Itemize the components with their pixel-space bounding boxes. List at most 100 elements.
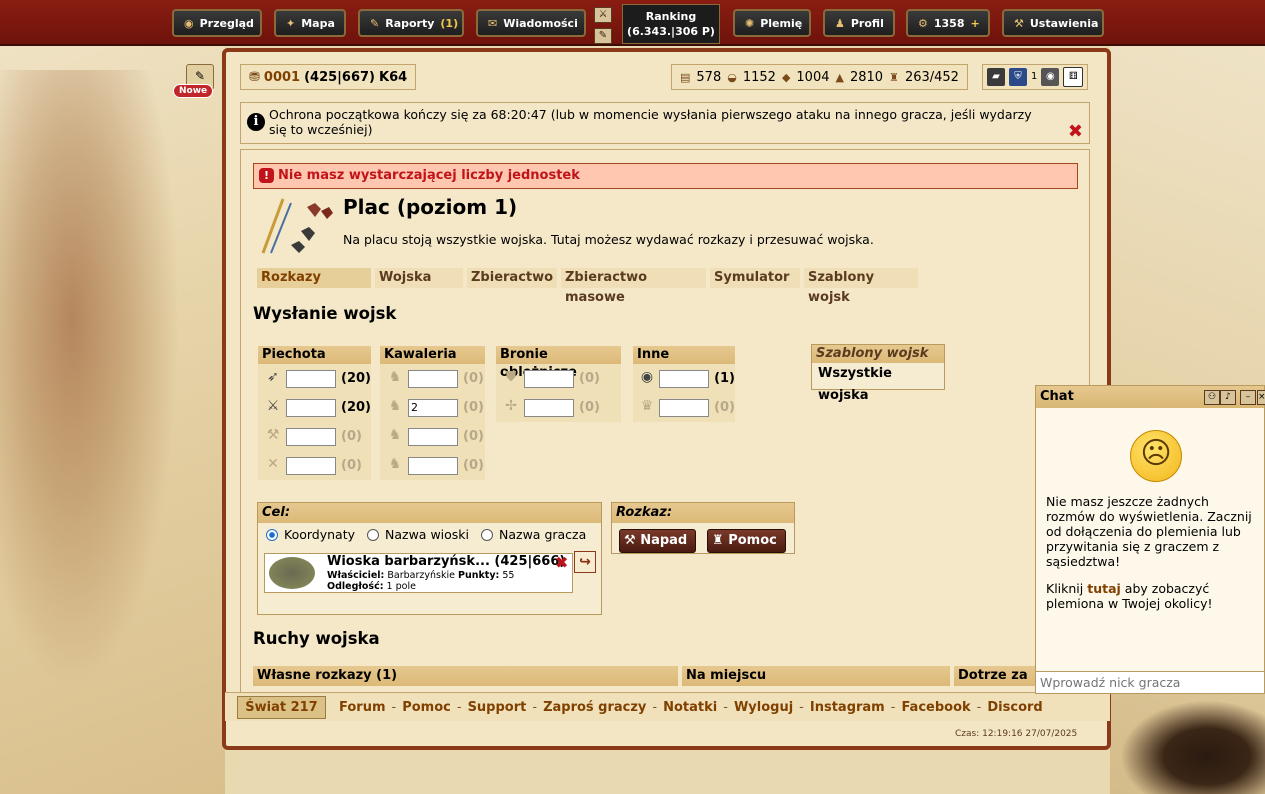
chat-close-icon[interactable]: ×	[1257, 390, 1265, 405]
mounted-archer-input[interactable]	[408, 427, 458, 446]
radio-player-name[interactable]	[481, 528, 494, 541]
chat-minimize-icon[interactable]: –	[1240, 390, 1256, 405]
defense-count: 1	[1031, 71, 1038, 82]
footer-link-forum[interactable]: Forum	[339, 700, 386, 715]
protection-notice: i Ochrona początkowa kończy się za 68:20…	[240, 102, 1090, 144]
chat-sound-icon[interactable]: ♪	[1220, 390, 1236, 405]
radio-coordinates-label: Koordynaty	[284, 527, 356, 542]
ranking-value: (6.343.|306 P)	[627, 25, 715, 38]
go-to-target-icon[interactable]: ↪	[574, 551, 596, 573]
unit-row-axe: ⚒ (0)	[258, 422, 371, 451]
scout-input[interactable]	[408, 369, 458, 388]
footer-link-support[interactable]: Support	[468, 700, 527, 715]
resource-bar: ▤ 578 ◒ 1152 ◆ 1004 ▲ 2810 ♜ 263/452	[671, 64, 968, 90]
axe-input[interactable]	[286, 427, 336, 446]
target-village-details: Właściciel: Barbarzyńskie Punkty: 55 Odl…	[327, 570, 514, 592]
footer-separator: -	[391, 700, 397, 715]
quick-notes-icon[interactable]: ✎	[594, 28, 612, 44]
radio-coordinates[interactable]	[266, 528, 278, 541]
quick-swords-icon[interactable]: ⚔	[594, 7, 612, 23]
points-value: 55	[502, 570, 515, 581]
footer-link-facebook[interactable]: Facebook	[901, 700, 970, 715]
dice-icon[interactable]: ⚅	[1063, 67, 1084, 87]
tab-troops[interactable]: Wojska	[375, 268, 463, 288]
archer-input[interactable]	[286, 456, 336, 475]
nobleman-input[interactable]	[659, 398, 710, 417]
catapult-input[interactable]	[524, 398, 574, 417]
nav-profile-button[interactable]: ♟ Profil	[823, 9, 895, 37]
barbarian-village-icon	[269, 557, 315, 589]
nav-map-label: Mapa	[301, 16, 335, 30]
sword-count[interactable]: (20)	[341, 400, 371, 415]
ram-icon: ⛊	[505, 368, 517, 385]
status-icons: ▰ ⛨ 1 ◉ ⚅	[982, 64, 1089, 90]
sword-input[interactable]	[286, 398, 336, 417]
support-button[interactable]: ♜ Pomoc	[707, 529, 786, 553]
nav-premium-button[interactable]: ⚙ 1358 +	[906, 9, 990, 37]
ranking-button[interactable]: Ranking (6.343.|306 P)	[622, 4, 720, 44]
defense-icon[interactable]: ⛨	[1009, 68, 1027, 86]
village-info[interactable]: ⛃ 0001 (425|667) K64	[240, 64, 417, 90]
envelope-icon: ✉	[488, 16, 498, 30]
chat-people-icon[interactable]: ⚇	[1204, 390, 1220, 405]
tab-troop-templates[interactable]: Szablony wojsk	[804, 268, 918, 305]
tab-scavenging[interactable]: Zbieractwo	[467, 268, 557, 288]
tab-mass-scavenging[interactable]: Zbieractwo masowe	[561, 268, 706, 305]
radio-village-name[interactable]	[367, 528, 380, 541]
footer-link-instagram[interactable]: Instagram	[810, 700, 885, 715]
nav-settings-label: Ustawienia	[1029, 16, 1099, 30]
knight-count[interactable]: (1)	[714, 371, 735, 386]
spear-input[interactable]	[286, 369, 336, 388]
nobleman-icon: ♛	[640, 397, 654, 414]
ram-input[interactable]	[524, 369, 574, 388]
unit-row-nobleman: ♛ (0)	[633, 393, 735, 422]
footer-link-logout[interactable]: Wyloguj	[734, 700, 793, 715]
plus-icon: +	[970, 16, 980, 30]
troop-movements-table-header: Własne rozkazy (1) Na miejscu Dotrze za	[253, 666, 1078, 686]
light-cavalry-count: (0)	[463, 400, 484, 415]
support-label: Pomoc	[728, 533, 777, 548]
nav-overview-button[interactable]: ◉ Przegląd	[172, 9, 262, 37]
infantry-column: Piechota ➶ (20) ⚔ (20) ⚒ (0) ✕ (0)	[258, 346, 371, 480]
scout-icon: ♞	[388, 368, 402, 385]
own-orders-column[interactable]: Własne rozkazy (1)	[253, 666, 678, 686]
spear-count[interactable]: (20)	[341, 371, 371, 386]
rally-point-image	[261, 198, 333, 254]
nav-settings-button[interactable]: ⚒ Ustawienia	[1002, 9, 1104, 37]
unit-row-mounted-archer: ♞ (0)	[380, 422, 485, 451]
light-cavalry-input[interactable]	[408, 398, 458, 417]
chat-here-link[interactable]: tutaj	[1087, 581, 1121, 596]
heavy-cavalry-input[interactable]	[408, 456, 458, 475]
chat-nick-input[interactable]	[1036, 671, 1264, 693]
template-all-troops[interactable]: Wszystkie wojska	[812, 363, 944, 407]
order-box: Rozkaz: ⚒ Napad ♜ Pomoc	[611, 502, 795, 554]
nav-profile-label: Profil	[850, 16, 884, 30]
village-icon: ⛃	[249, 69, 260, 85]
footer-separator: -	[976, 700, 982, 715]
knight-input[interactable]	[659, 369, 710, 388]
footer-link-help[interactable]: Pomoc	[402, 700, 451, 715]
chat-tribes-hint: Kliknij tutaj aby zobaczyć plemiona w Tw…	[1046, 581, 1265, 611]
nav-map-button[interactable]: ✦ Mapa	[274, 9, 346, 37]
clear-target-icon[interactable]: ✖	[555, 553, 568, 572]
tab-simulator[interactable]: Symulator	[710, 268, 800, 288]
world-button[interactable]: Świat 217	[237, 696, 326, 719]
spear-icon: ➶	[267, 368, 279, 385]
footer-link-invite[interactable]: Zaproś graczy	[543, 700, 646, 715]
target-village-card[interactable]: Wioska barbarzyńsk... (425|666) Właścici…	[264, 553, 573, 593]
error-message: ! Nie masz wystarczającej liczby jednost…	[253, 163, 1078, 189]
attack-button[interactable]: ⚒ Napad	[619, 529, 697, 553]
nav-reports-button[interactable]: ✎ Raporty (1)	[358, 9, 464, 37]
radio-village-name-label: Nazwa wioski	[385, 527, 470, 542]
chest-icon[interactable]: ▰	[987, 68, 1005, 86]
knight-helmet-icon[interactable]: ◉	[1041, 68, 1060, 86]
nav-tribe-button[interactable]: ✺ Plemię	[733, 9, 811, 37]
nav-messages-button[interactable]: ✉ Wiadomości	[476, 9, 586, 37]
send-troops-heading: Wysłanie wojsk	[253, 304, 397, 323]
footer-link-discord[interactable]: Discord	[987, 700, 1042, 715]
footer-link-notes[interactable]: Notatki	[663, 700, 717, 715]
settings-icon: ⚒	[1014, 16, 1024, 30]
close-icon[interactable]: ✖	[1068, 121, 1083, 142]
tab-orders[interactable]: Rozkazy	[257, 268, 371, 288]
unit-row-knight: ◉ (1)	[633, 364, 735, 393]
